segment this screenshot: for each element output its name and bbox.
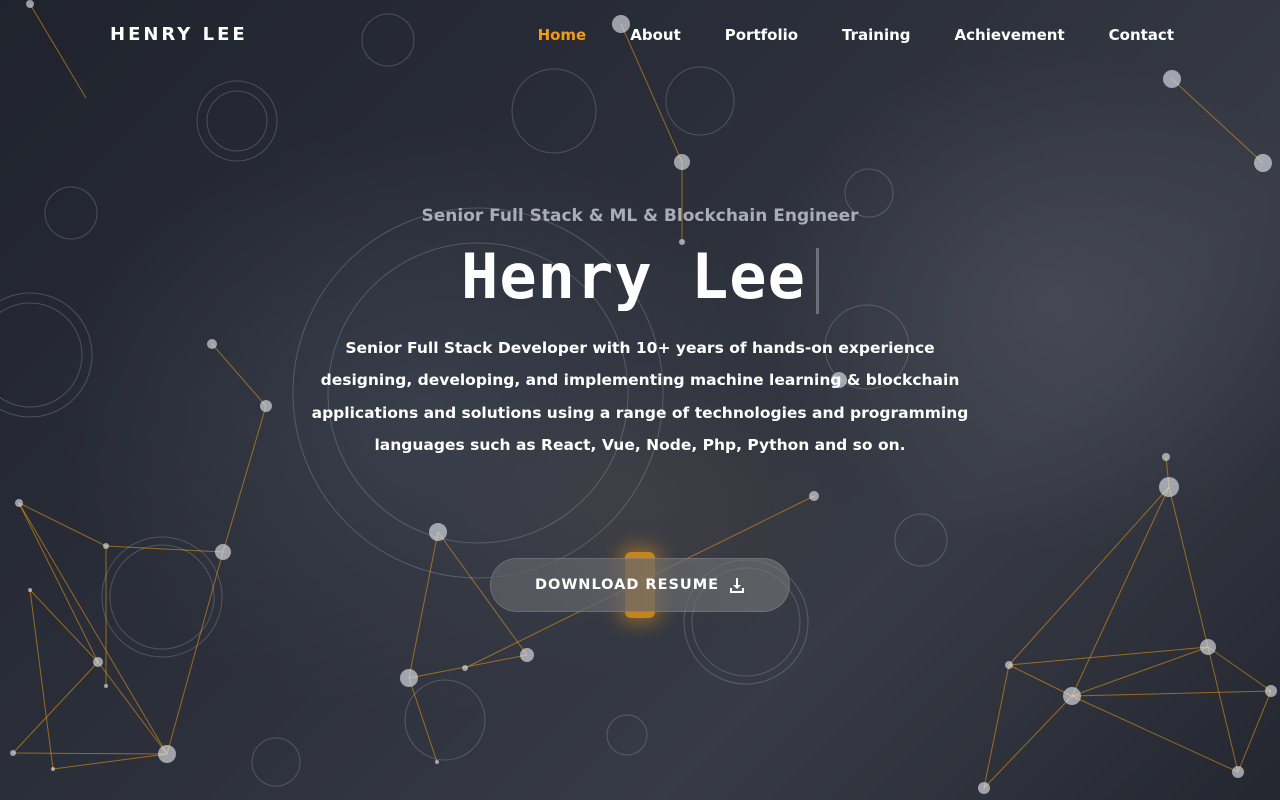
download-resume-label: DOWNLOAD RESUME [534, 577, 720, 593]
download-icon [730, 578, 745, 593]
nav-link-home[interactable]: Home [538, 26, 587, 44]
nav-link-contact[interactable]: Contact [1109, 26, 1174, 44]
hero-name-text: Henry Lee [461, 240, 806, 313]
hero-subtitle: Senior Full Stack & ML & Blockchain Engi… [421, 206, 859, 226]
typing-cursor [815, 247, 819, 314]
nav-link-about[interactable]: About [630, 26, 681, 44]
hero-section: Senior Full Stack & ML & Blockchain Engi… [290, 206, 990, 462]
hero-name: Henry Lee [461, 240, 819, 314]
brand-logo[interactable]: HENRY LEE [110, 24, 248, 45]
download-resume-button[interactable]: DOWNLOAD RESUME [490, 558, 790, 612]
nav-links: Home About Portfolio Training Achievemen… [538, 26, 1174, 44]
nav-link-portfolio[interactable]: Portfolio [725, 26, 798, 44]
nav-link-achievement[interactable]: Achievement [955, 26, 1065, 44]
hero-description: Senior Full Stack Developer with 10+ yea… [311, 338, 969, 455]
nav-link-training[interactable]: Training [842, 26, 910, 44]
navbar: HENRY LEE Home About Portfolio Training … [0, 0, 1280, 72]
